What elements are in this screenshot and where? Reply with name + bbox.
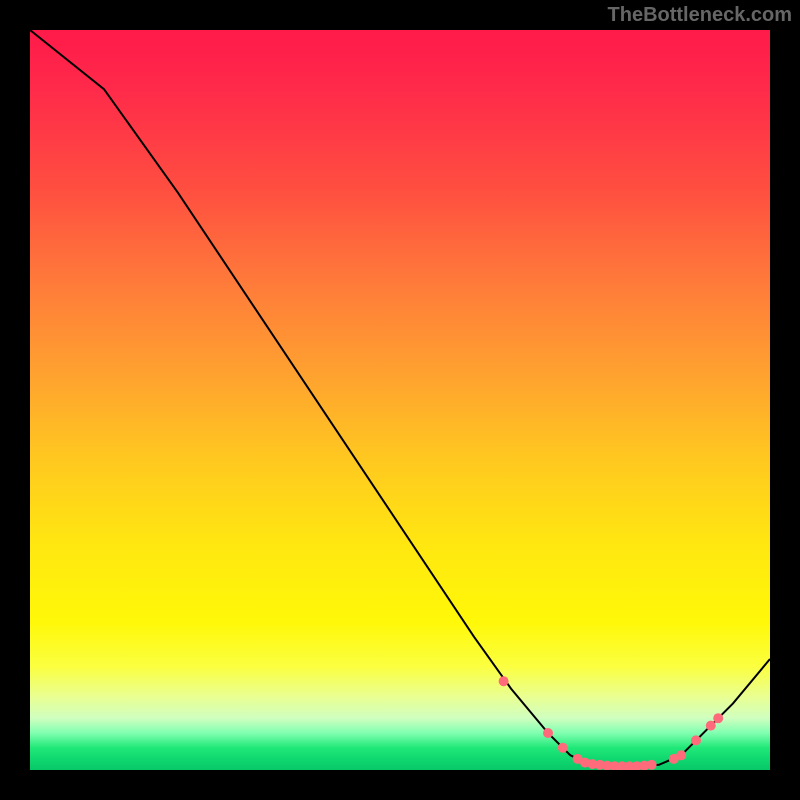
chart-marker-point <box>647 760 657 770</box>
chart-marker-point <box>499 676 509 686</box>
chart-marker-point <box>558 743 568 753</box>
chart-overlay <box>30 30 770 770</box>
chart-marker-point <box>676 750 686 760</box>
chart-marker-point <box>543 728 553 738</box>
chart-marker-point <box>691 735 701 745</box>
chart-plot-area <box>30 30 770 770</box>
chart-markers <box>499 676 724 770</box>
chart-marker-point <box>706 721 716 731</box>
chart-curve <box>30 30 770 766</box>
chart-marker-point <box>713 713 723 723</box>
watermark-text: TheBottleneck.com <box>608 4 792 27</box>
